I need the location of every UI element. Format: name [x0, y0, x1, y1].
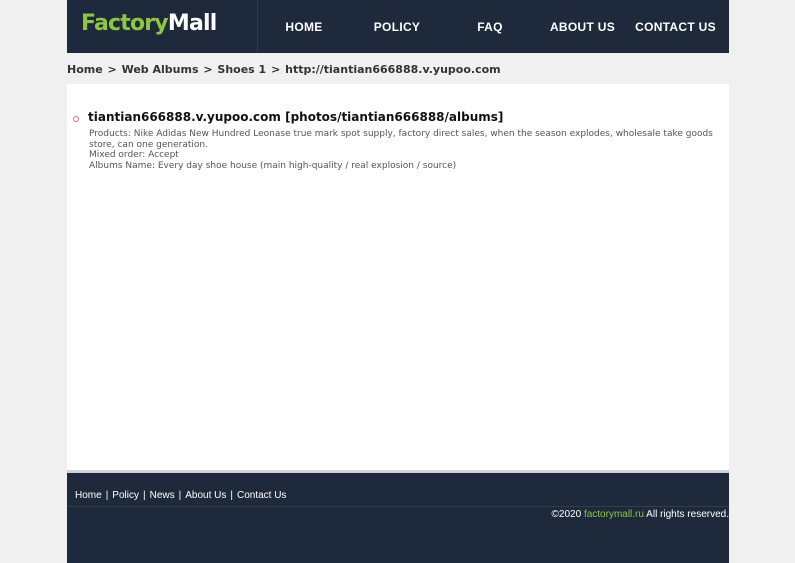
nav-faq[interactable]: FAQ [444, 20, 536, 34]
footer-link-policy[interactable]: Policy [112, 490, 139, 501]
footer-separator: | [230, 490, 233, 501]
breadcrumb-separator: > [203, 63, 213, 76]
footer-separator: | [178, 490, 182, 501]
main-content: tiantian666888.v.yupoo.com [photos/tiant… [67, 84, 729, 473]
album-title-link[interactable]: tiantian666888.v.yupoo.com [photos/tiant… [88, 110, 503, 124]
footer-link-home[interactable]: Home [75, 490, 102, 501]
breadcrumb-separator: > [107, 63, 117, 76]
footer-separator: | [142, 490, 146, 501]
logo-part-mall: Mall [167, 11, 217, 36]
site-logo[interactable]: FactoryMall [81, 11, 217, 36]
breadcrumb-home[interactable]: Home [67, 63, 103, 76]
copyright-suffix: All rights reserved. [643, 509, 729, 520]
breadcrumb-current: http://tiantian666888.v.yupoo.com [285, 63, 501, 76]
album-description: Products: Nike Adidas New Hundred Leonas… [89, 129, 719, 171]
site-footer: Home | Policy | News | About Us | Contact Us ©20… [67, 473, 729, 563]
copyright-site-link[interactable]: factorymall.ru [584, 509, 644, 520]
breadcrumb-web-albums[interactable]: Web Albums [122, 63, 199, 76]
site-header: FactoryMall HOME POLICY FAQ ABOUT US CON… [67, 0, 729, 53]
copyright: ©2020 factorymall.ru All rights reserved… [552, 509, 729, 520]
footer-link-news[interactable]: News [150, 490, 175, 501]
breadcrumb-shoes-1[interactable]: Shoes 1 [217, 63, 266, 76]
description-albums-name: Albums Name: Every day shoe house (main … [89, 160, 457, 171]
description-mixed-order: Mixed order: Accept [89, 150, 179, 160]
footer-link-contact-us[interactable]: Contact Us [237, 490, 286, 501]
footer-separator: | [105, 490, 109, 501]
logo-container[interactable]: FactoryMall [67, 0, 258, 53]
nav-home[interactable]: HOME [258, 20, 350, 34]
logo-part-factory: Factory [81, 11, 169, 36]
breadcrumb: Home > Web Albums > Shoes 1 > http://tia… [67, 63, 501, 76]
main-nav: HOME POLICY FAQ ABOUT US CONTACT US [258, 0, 729, 53]
nav-about-us[interactable]: ABOUT US [536, 20, 629, 34]
footer-links: Home | Policy | News | About Us | Contact Us [75, 490, 286, 501]
copyright-prefix: ©2020 [551, 509, 584, 520]
breadcrumb-separator: > [271, 63, 281, 76]
description-products: Products: Nike Adidas New Hundred Leonas… [89, 129, 713, 150]
nav-contact-us[interactable]: CONTACT US [629, 20, 722, 34]
footer-divider [67, 506, 729, 507]
bullet-icon [73, 116, 79, 122]
footer-link-about-us[interactable]: About Us [185, 490, 226, 501]
nav-policy[interactable]: POLICY [350, 20, 444, 34]
